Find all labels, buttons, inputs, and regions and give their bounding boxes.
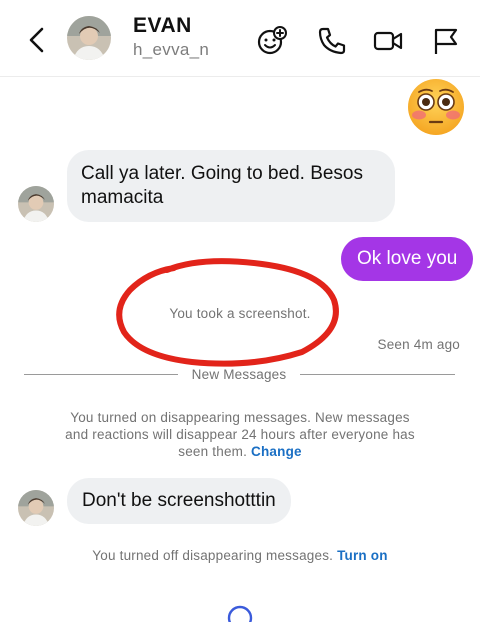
video-camera-icon[interactable]: [372, 25, 404, 57]
change-link[interactable]: Change: [251, 444, 302, 459]
flushed-face-emoji: [406, 77, 466, 137]
contact-avatar-small[interactable]: [18, 186, 54, 222]
contact-avatar[interactable]: [67, 16, 111, 60]
message-text-line: mamacita: [81, 187, 164, 208]
turn-on-link[interactable]: Turn on: [337, 548, 388, 563]
disappearing-messages-on-notice: You turned on disappearing messages. New…: [40, 409, 440, 460]
divider-line-left: [24, 374, 178, 375]
new-messages-divider: New Messages: [191, 367, 287, 382]
chat-header: EVAN h_evva_n: [0, 0, 480, 77]
contact-name[interactable]: EVAN: [133, 14, 192, 38]
message-text-line: Call ya later. Going to bed. Besos: [81, 163, 363, 184]
notice-line: and reactions will disappear 24 hours af…: [65, 427, 415, 442]
notice-text: seen them.: [178, 444, 248, 459]
notice-line: seen them. Change: [40, 443, 440, 460]
loading-spinner-icon: [227, 605, 253, 622]
notice-line: You turned on disappearing messages. New…: [70, 410, 410, 425]
notice-text: You turned off disappearing messages.: [92, 548, 334, 563]
contact-username[interactable]: h_evva_n: [133, 40, 209, 60]
flag-icon[interactable]: [429, 25, 461, 57]
contact-avatar-small[interactable]: [18, 490, 54, 526]
outgoing-message-bubble[interactable]: Ok love you: [341, 237, 474, 281]
divider-line-right: [300, 374, 455, 375]
seen-status: Seen 4m ago: [377, 337, 460, 352]
disappearing-messages-off-notice: You turned off disappearing messages. Tu…: [60, 548, 420, 563]
back-chevron-icon[interactable]: [24, 26, 52, 54]
incoming-message-bubble[interactable]: Call ya later. Going to bed. Besos mamac…: [67, 150, 395, 222]
red-circle-annotation: [116, 258, 339, 367]
sticker-add-icon[interactable]: [256, 25, 288, 57]
phone-icon[interactable]: [316, 25, 348, 57]
incoming-message-bubble[interactable]: Don't be screenshotttin: [67, 478, 291, 524]
